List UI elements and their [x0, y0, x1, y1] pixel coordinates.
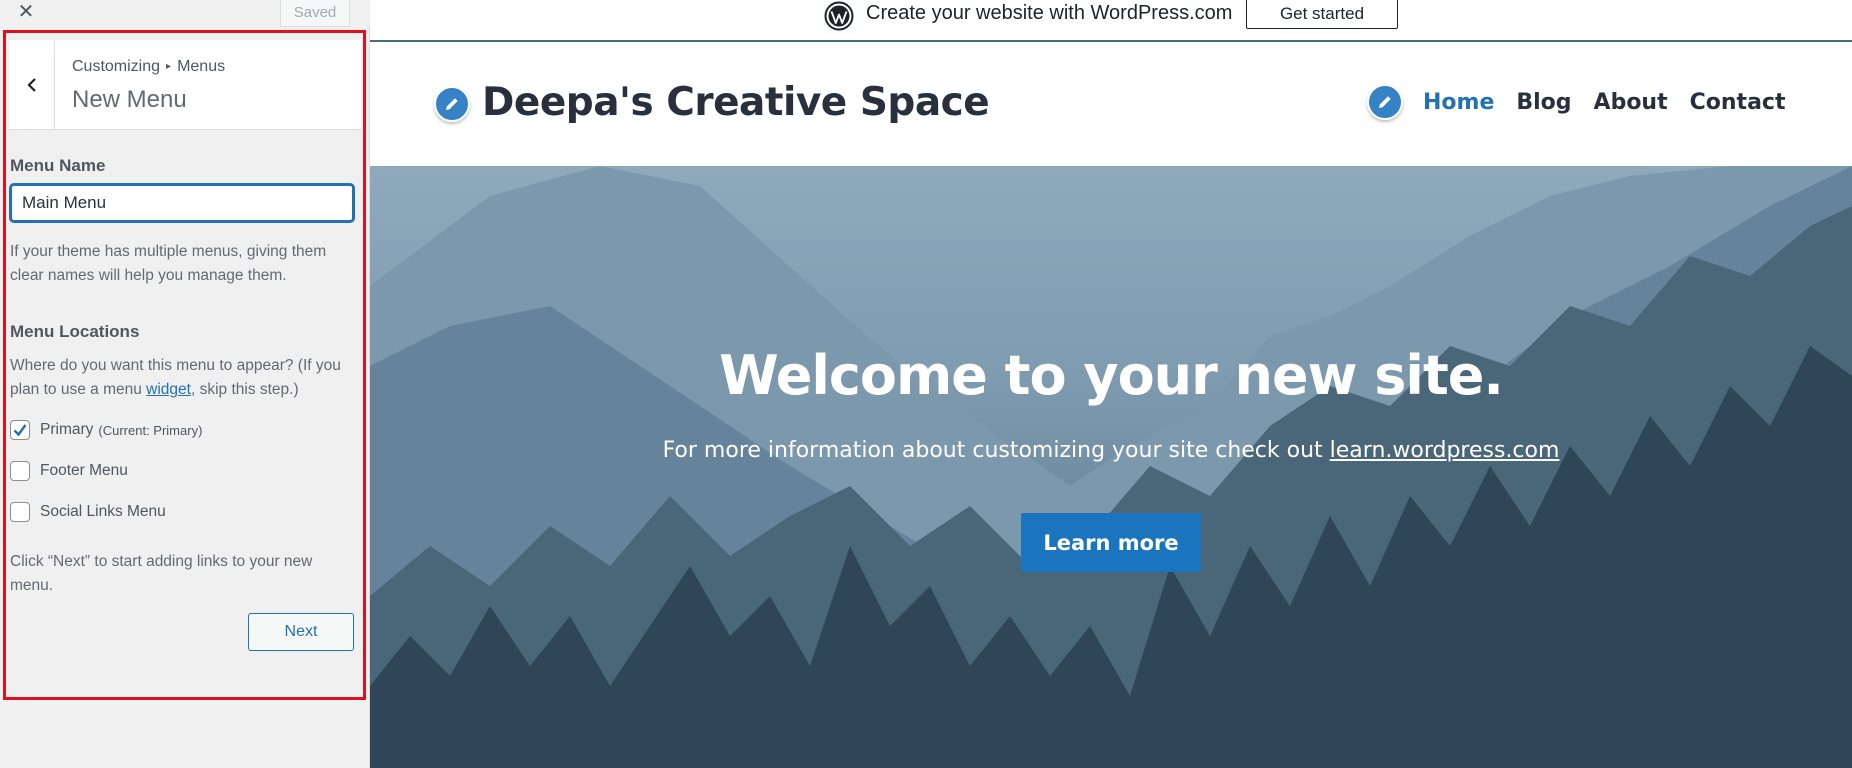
pencil-icon	[446, 98, 458, 110]
site-preview: Create your website with WordPress.com G…	[370, 0, 1852, 768]
saved-button: Saved	[280, 0, 350, 27]
nav-about[interactable]: About	[1594, 90, 1668, 115]
wordpress-logo-icon	[824, 1, 854, 31]
nav-blog[interactable]: Blog	[1516, 90, 1571, 115]
hero-cover: Welcome to your new site. For more infor…	[370, 166, 1852, 768]
hero-subtitle: For more information about customizing y…	[370, 438, 1852, 463]
pencil-icon	[1379, 96, 1391, 108]
customizer-sidebar: ✕ Saved Customizing ▸ Menus New Menu Menu …	[0, 0, 370, 768]
learn-wordpress-link[interactable]: learn.wordpress.com	[1330, 438, 1560, 463]
close-icon[interactable]: ✕	[14, 0, 38, 24]
site-title[interactable]: Deepa's Creative Space	[482, 80, 990, 125]
customizer-top-bar: ✕ Saved	[0, 0, 370, 27]
highlight-frame	[3, 30, 366, 700]
hero-title: Welcome to your new site.	[719, 344, 1504, 407]
nav-contact[interactable]: Contact	[1690, 90, 1786, 115]
edit-menu-shortcut[interactable]	[1367, 84, 1403, 120]
site-header: Deepa's Creative Space Home Blog About C…	[370, 42, 1852, 166]
wpcom-banner-text: Create your website with WordPress.com	[866, 2, 1233, 24]
learn-more-button[interactable]: Learn more	[1021, 513, 1201, 572]
edit-title-shortcut[interactable]	[434, 86, 470, 122]
hero-subtitle-text: For more information about customizing y…	[662, 438, 1330, 463]
get-started-button[interactable]: Get started	[1246, 0, 1398, 29]
mountain-forest-background	[370, 166, 1852, 768]
wpcom-banner: Create your website with WordPress.com G…	[370, 0, 1852, 42]
primary-nav: Home Blog About Contact	[1423, 90, 1807, 115]
nav-home[interactable]: Home	[1423, 90, 1494, 115]
